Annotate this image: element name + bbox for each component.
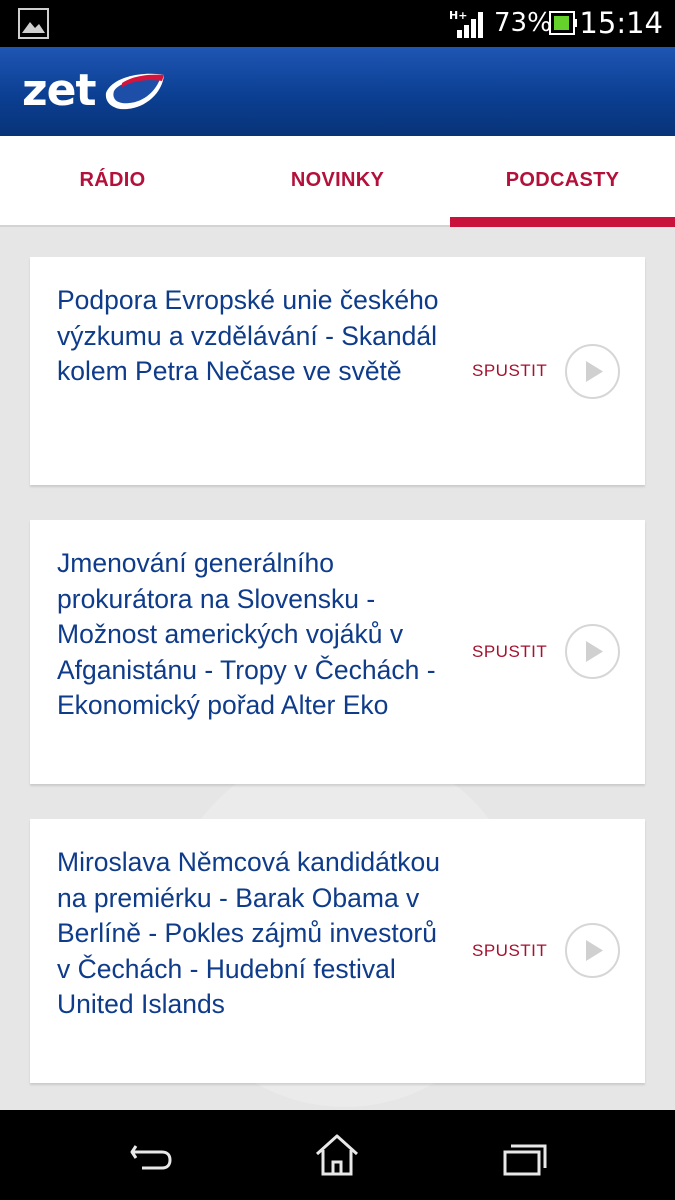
play-icon[interactable]	[564, 922, 621, 979]
tab-radio[interactable]: RÁDIO	[0, 136, 225, 225]
system-nav-bar	[0, 1110, 675, 1200]
play-button-label[interactable]: SPUSTIT	[472, 941, 547, 961]
play-button-label[interactable]: SPUSTIT	[472, 642, 547, 662]
podcast-title: Podpora Evropské unie českého výzkumu a …	[57, 285, 439, 387]
back-icon[interactable]	[120, 1130, 180, 1180]
podcast-item[interactable]: Podpora Evropské unie českého výzkumu a …	[30, 257, 645, 485]
logo-swoosh-icon	[105, 73, 164, 110]
podcast-title: Jmenování generálního prokurátora na Slo…	[57, 548, 436, 721]
tab-bar: RÁDIO NOVINKY PODCASTY	[0, 136, 675, 227]
image-icon	[18, 8, 49, 39]
play-icon[interactable]	[564, 343, 621, 400]
tab-podcasty[interactable]: PODCASTY	[450, 136, 675, 227]
logo-text: zet	[22, 65, 96, 116]
home-icon[interactable]	[307, 1130, 367, 1180]
status-bar: H+ 73% 15:14	[0, 0, 675, 47]
battery-percent: 73%	[494, 8, 552, 38]
app-header: zet	[0, 47, 675, 136]
signal-icon: H+	[449, 9, 483, 38]
podcast-item[interactable]: Miroslava Němcová kandidátkou na premiér…	[30, 819, 645, 1083]
zet-logo[interactable]: zet	[22, 67, 167, 119]
podcast-list[interactable]: Podpora Evropské unie českého výzkumu a …	[0, 227, 675, 1110]
podcast-item[interactable]: Jmenování generálního prokurátora na Slo…	[30, 520, 645, 784]
tab-novinky[interactable]: NOVINKY	[225, 136, 450, 225]
recent-apps-icon[interactable]	[495, 1130, 555, 1180]
play-button-label[interactable]: SPUSTIT	[472, 361, 547, 381]
play-icon[interactable]	[564, 623, 621, 680]
clock: 15:14	[579, 6, 663, 40]
battery-icon	[549, 11, 577, 35]
podcast-title: Miroslava Němcová kandidátkou na premiér…	[57, 847, 440, 1020]
network-type-label: H+	[449, 9, 467, 22]
